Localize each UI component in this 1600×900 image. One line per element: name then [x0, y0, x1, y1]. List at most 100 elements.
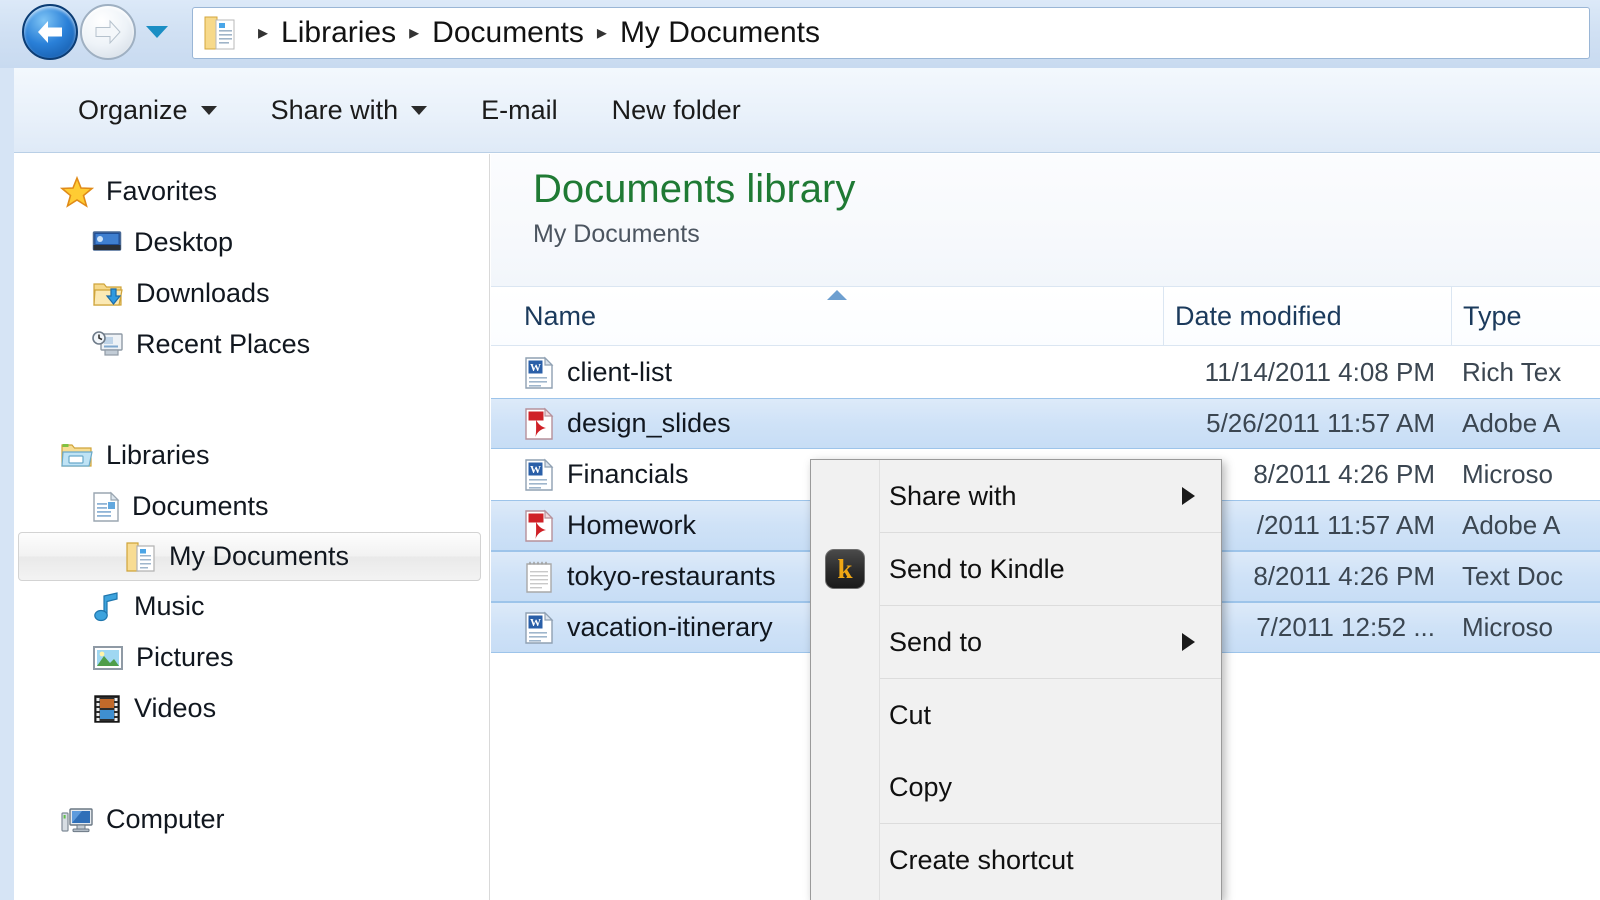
downloads-folder-icon [93, 282, 123, 306]
forward-arrow-icon [95, 19, 121, 45]
new-folder-button[interactable]: New folder [598, 89, 755, 132]
breadcrumb-item-documents[interactable]: Documents [432, 16, 584, 50]
column-header-type[interactable]: Type [1451, 287, 1600, 346]
file-date-modified: 11/14/2011 4:08 PM [1204, 357, 1435, 387]
context-menu-label: Create shortcut [889, 844, 1074, 875]
file-name: tokyo-restaurants [567, 561, 776, 591]
text-doc-icon [526, 561, 552, 593]
back-button[interactable] [22, 4, 78, 60]
address-bar: ▸ Libraries ▸ Documents ▸ My Documents [0, 0, 1600, 68]
star-icon [60, 175, 94, 208]
context-menu-label: Share with [889, 480, 1017, 511]
share-with-label: Share with [270, 94, 399, 125]
recent-pages-dropdown-icon[interactable] [146, 26, 168, 38]
sidebar-label-desktop: Desktop [134, 227, 234, 257]
submenu-arrow-icon [1182, 487, 1195, 505]
breadcrumb-separator-1: ▸ [409, 22, 420, 44]
word-doc-icon: W [525, 356, 554, 389]
pictures-icon [93, 645, 123, 670]
sidebar-label-music: Music [134, 591, 205, 621]
page-title: Documents library [533, 167, 856, 211]
breadcrumb-separator-0: ▸ [258, 22, 269, 44]
svg-text:W: W [530, 617, 541, 629]
navigation-buttons [22, 4, 168, 60]
recent-places-icon [92, 330, 123, 356]
context-menu-item-cut[interactable]: Cut [811, 679, 1221, 751]
breadcrumb-item-my-documents[interactable]: My Documents [620, 16, 820, 50]
sidebar-label-videos: Videos [134, 693, 217, 723]
column-header-name-label: Name [524, 301, 597, 331]
chevron-down-icon [200, 105, 217, 115]
table-row[interactable]: W client-list 11/14/2011 4:08 PM Rich Te… [491, 347, 1600, 398]
sidebar-label-downloads: Downloads [136, 278, 270, 308]
file-type: Microso [1462, 459, 1554, 489]
share-with-button[interactable]: Share with [257, 89, 442, 132]
file-name: design_slides [567, 408, 731, 438]
sidebar-group-computer[interactable]: Computer [14, 794, 489, 845]
context-menu-item-delete[interactable]: Delete [811, 896, 1221, 900]
sidebar-item-recent-places[interactable]: Recent Places [14, 319, 489, 370]
pdf-doc-icon [525, 407, 554, 440]
column-header-name[interactable]: Name [524, 287, 1156, 346]
file-name: client-list [567, 357, 673, 387]
sidebar-item-downloads[interactable]: Downloads [14, 268, 489, 319]
organize-button[interactable]: Organize [64, 89, 231, 132]
sidebar-label-libraries: Libraries [106, 440, 210, 470]
music-note-icon [94, 591, 118, 621]
back-arrow-icon [38, 21, 62, 43]
breadcrumb[interactable]: ▸ Libraries ▸ Documents ▸ My Documents [192, 7, 1590, 59]
library-subtitle: My Documents [533, 220, 700, 248]
file-type: Microso [1462, 612, 1554, 642]
email-label: E-mail [481, 94, 558, 125]
column-header-row: Name Date modified Type [491, 286, 1600, 346]
sidebar-item-desktop[interactable]: Desktop [14, 217, 489, 268]
context-menu-item-send-to[interactable]: Send to [811, 606, 1221, 678]
libraries-icon [61, 443, 93, 467]
sidebar-label-favorites: Favorites [106, 176, 218, 206]
sidebar-item-my-documents[interactable]: My Documents [18, 532, 481, 581]
context-menu-item-copy[interactable]: Copy [811, 751, 1221, 823]
file-type: Adobe A [1462, 510, 1561, 540]
sidebar-group-favorites[interactable]: Favorites [14, 166, 489, 217]
sidebar-label-pictures: Pictures [136, 642, 234, 672]
file-name: Financials [567, 459, 689, 489]
context-menu-label: Send to [889, 626, 983, 657]
column-header-date-modified[interactable]: Date modified [1163, 287, 1451, 346]
file-type: Adobe A [1462, 408, 1561, 438]
submenu-arrow-icon [1182, 633, 1195, 651]
forward-button[interactable] [80, 4, 136, 60]
context-menu-item-share-with[interactable]: Share with [811, 460, 1221, 532]
computer-icon [61, 807, 93, 832]
my-documents-folder-icon [126, 541, 155, 572]
videos-filmstrip-icon [94, 694, 120, 723]
context-menu-label: Copy [889, 771, 953, 802]
organize-label: Organize [78, 94, 188, 125]
file-name-cell: W client-list [524, 356, 1164, 390]
file-name-cell: design_slides [524, 407, 1164, 441]
kindle-icon-glyph: k [825, 549, 865, 589]
file-name: Homework [567, 510, 697, 540]
command-toolbar: Organize Share with E-mail New folder [14, 68, 1600, 153]
sidebar-label-documents: Documents [132, 491, 269, 521]
sidebar-group-libraries[interactable]: Libraries [14, 430, 489, 481]
chevron-down-icon [411, 105, 428, 115]
file-type: Text Doc [1462, 561, 1564, 591]
explorer-window: ▸ Libraries ▸ Documents ▸ My Documents O… [0, 0, 1600, 900]
svg-text:W: W [530, 362, 541, 374]
sidebar-item-videos[interactable]: Videos [14, 683, 489, 734]
breadcrumb-item-libraries[interactable]: Libraries [281, 16, 396, 50]
sidebar-item-music[interactable]: Music [14, 581, 489, 632]
context-menu-item-send-to-kindle[interactable]: k Send to Kindle [811, 533, 1221, 605]
sidebar-item-pictures[interactable]: Pictures [14, 632, 489, 683]
sidebar-item-documents[interactable]: Documents [14, 481, 489, 532]
desktop-icon [92, 230, 122, 251]
kindle-icon: k [825, 549, 865, 589]
table-row[interactable]: design_slides 5/26/2011 11:57 AM Adobe A [491, 398, 1600, 449]
library-header: Documents library My Documents [491, 154, 1600, 286]
context-menu-item-create-shortcut[interactable]: Create shortcut [811, 824, 1221, 896]
library-folder-icon [204, 16, 235, 50]
email-button[interactable]: E-mail [467, 89, 572, 132]
sidebar-label-recent-places: Recent Places [136, 329, 311, 359]
